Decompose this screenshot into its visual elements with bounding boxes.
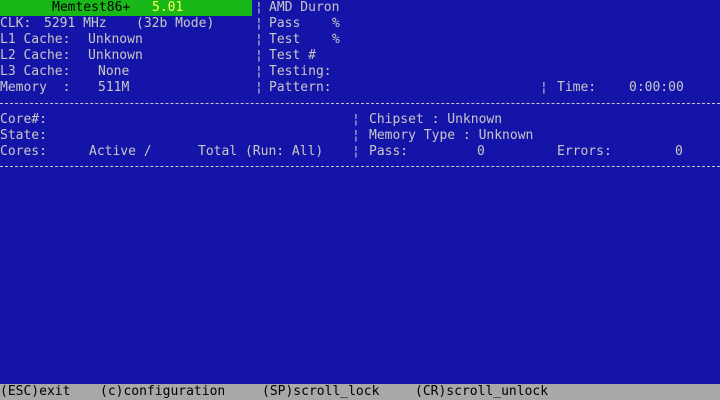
separator: ¦ [255,32,263,47]
l1-cache-value: Unknown [88,32,143,47]
pass-count-value: 0 [477,144,485,159]
separator: ¦ [352,144,360,159]
test-label: Test [269,32,301,47]
separator: ¦ [255,0,263,15]
pattern-label: Pattern: [269,80,332,95]
errors-value: 0 [675,144,683,159]
errors-label: Errors: [557,144,612,159]
l2-cache-label: L2 Cache: [0,48,71,63]
core-number-label: Core#: [0,112,47,127]
scroll-unlock-key[interactable]: (CR)scroll_unlock [415,384,548,400]
test-percent: % [332,32,340,47]
pass-label: Pass [269,16,301,31]
time-label: Time: [557,80,597,95]
time-value: 0:00:00 [629,80,684,95]
separator: ¦ [255,64,263,79]
separator: ¦ [255,48,263,63]
separator: ¦ [255,80,263,95]
cores-total-label: Total (Run: All) [198,144,324,159]
l1-cache-label: L1 Cache: [0,32,71,47]
separator: ¦ [540,80,548,95]
chipset-info: Chipset : Unknown [369,112,503,127]
memory-label: Memory : [0,80,71,95]
app-version: 5.01 [152,0,184,15]
l2-cache-value: Unknown [88,48,143,63]
scroll-lock-key[interactable]: (SP)scroll_lock [262,384,379,400]
separator: ¦ [352,112,360,127]
cores-label: Cores: [0,144,47,159]
pass-count-label: Pass: [369,144,409,159]
cpu-name: AMD Duron [269,0,340,15]
separator: ¦ [352,128,360,143]
exit-key[interactable]: (ESC)exit [0,384,70,400]
l3-cache-label: L3 Cache: [0,64,71,79]
test-number-label: Test # [269,48,316,63]
pass-percent: % [332,16,340,31]
clk-label: CLK: [0,16,32,31]
testing-label: Testing: [269,64,332,79]
separator: ¦ [255,16,263,31]
app-title: Memtest86+ [52,0,131,15]
divider [0,166,720,167]
configuration-key[interactable]: (c)configuration [100,384,225,400]
l3-cache-value: None [98,64,130,79]
memory-type-info: Memory Type : Unknown [369,128,534,143]
memory-value: 511M [98,80,130,95]
state-label: State: [0,128,47,143]
clk-value: 5291 MHz [44,16,107,31]
divider [0,103,720,104]
mode-value: (32b Mode) [136,16,215,31]
cores-active-label: Active / [89,144,152,159]
